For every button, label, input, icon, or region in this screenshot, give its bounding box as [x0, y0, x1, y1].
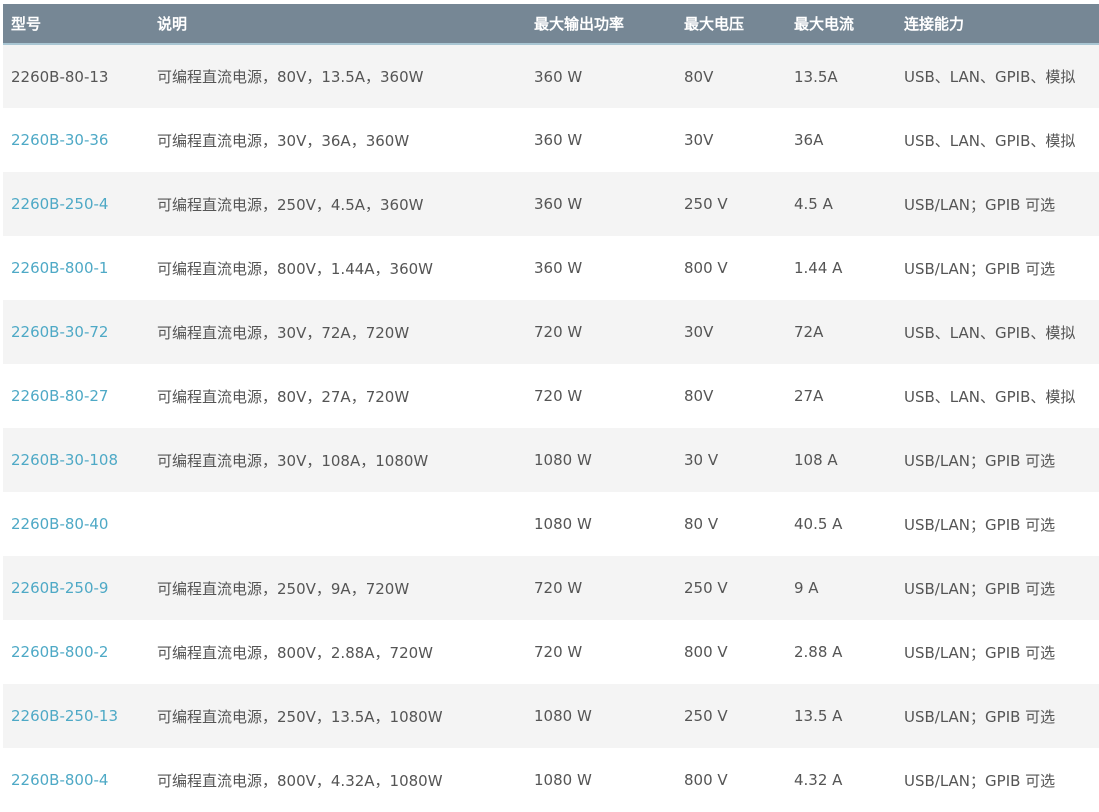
max-current-cell: 108 A [794, 451, 838, 469]
max-power-cell: 720 W [534, 643, 583, 661]
header-max-power: 最大输出功率 [534, 15, 625, 33]
header-connectivity: 连接能力 [904, 15, 965, 33]
connectivity-cell: USB/LAN；GPIB 可选 [904, 515, 1056, 534]
connectivity-cell: USB/LAN；GPIB 可选 [904, 579, 1056, 598]
header-row: 型号 说明 最大输出功率 最大电压 最大电流 连接能力 [3, 4, 1099, 44]
max-voltage-cell: 800 V [684, 771, 728, 789]
max-power-cell: 360 W [534, 67, 583, 86]
table-row: 2260B-30-108 可编程直流电源，30V，108A，1080W 1080 W… [3, 428, 1099, 492]
connectivity-cell: USB、LAN、GPIB、模拟 [904, 323, 1076, 342]
max-current-cell: 27A [794, 387, 824, 405]
header-model: 型号 [11, 15, 42, 33]
model-link[interactable]: 2260B-80-27 [3, 364, 149, 428]
table-row: 2260B-80-13 可编程直流电源，80V，13.5A，360W 360 W 80… [3, 44, 1099, 108]
table-body: 2260B-80-13 可编程直流电源，80V，13.5A，360W 360 W 80… [3, 44, 1099, 812]
description-cell: 可编程直流电源，80V，27A，720W [157, 387, 410, 406]
description-cell: 可编程直流电源，800V，2.88A，720W [157, 643, 434, 662]
max-voltage-cell: 30V [684, 323, 714, 341]
description-cell: 可编程直流电源，80V，13.5A，360W [157, 68, 424, 86]
max-voltage-cell: 30V [684, 131, 714, 149]
max-power-cell: 720 W [534, 323, 583, 341]
table-row: 2260B-30-36 可编程直流电源，30V，36A，360W 360 W 30V 3… [3, 108, 1099, 172]
product-table-container: 型号 说明 最大输出功率 最大电压 最大电流 连接能力 2260B-80-13 可… [3, 4, 1099, 812]
description-cell: 可编程直流电源，30V，36A，360W [157, 131, 410, 150]
model-link[interactable]: 2260B-250-4 [3, 172, 149, 236]
max-power-cell: 1080 W [534, 707, 592, 725]
max-voltage-cell: 30 V [684, 451, 719, 469]
max-voltage-cell: 80V [684, 67, 714, 86]
model-link[interactable]: 2260B-30-72 [3, 300, 149, 364]
connectivity-cell: USB/LAN；GPIB 可选 [904, 707, 1056, 726]
connectivity-cell: USB/LAN；GPIB 可选 [904, 259, 1056, 278]
connectivity-cell: USB/LAN；GPIB 可选 [904, 451, 1056, 470]
max-voltage-cell: 80V [684, 387, 714, 405]
max-current-cell: 2.88 A [794, 643, 843, 661]
max-current-cell: 13.5A [794, 67, 838, 86]
max-voltage-cell: 800 V [684, 259, 728, 277]
max-power-cell: 1080 W [534, 771, 592, 789]
header-max-current: 最大电流 [794, 15, 855, 33]
product-table: 型号 说明 最大输出功率 最大电压 最大电流 连接能力 2260B-80-13 可… [3, 4, 1099, 812]
header-max-voltage: 最大电压 [684, 15, 745, 33]
max-current-cell: 72A [794, 323, 824, 341]
max-current-cell: 13.5 A [794, 707, 843, 725]
connectivity-cell: USB/LAN；GPIB 可选 [904, 643, 1056, 662]
connectivity-cell: USB、LAN、GPIB、模拟 [904, 68, 1076, 86]
max-current-cell: 1.44 A [794, 259, 843, 277]
max-current-cell: 9 A [794, 579, 819, 597]
max-voltage-cell: 250 V [684, 195, 728, 213]
table-header: 型号 说明 最大输出功率 最大电压 最大电流 连接能力 [3, 4, 1099, 44]
connectivity-cell: USB、LAN、GPIB、模拟 [904, 387, 1076, 406]
description-cell [149, 492, 526, 556]
max-power-cell: 1080 W [534, 451, 592, 469]
max-power-cell: 720 W [534, 387, 583, 405]
max-power-cell: 360 W [534, 131, 583, 149]
table-row: 2260B-800-1 可编程直流电源，800V，1.44A，360W 360 W 8… [3, 236, 1099, 300]
description-cell: 可编程直流电源，30V，72A，720W [157, 323, 410, 342]
table-row: 2260B-800-4 可编程直流电源，800V，4.32A，1080W 1080 … [3, 748, 1099, 812]
table-row: 2260B-800-2 可编程直流电源，800V，2.88A，720W 720 W 8… [3, 620, 1099, 684]
max-current-cell: 36A [794, 131, 824, 149]
model-link[interactable]: 2260B-800-1 [3, 236, 149, 300]
max-power-cell: 720 W [534, 579, 583, 597]
model-link[interactable]: 2260B-800-4 [3, 748, 149, 812]
description-cell: 可编程直流电源，800V，1.44A，360W [157, 259, 434, 278]
table-row: 2260B-250-4 可编程直流电源，250V，4.5A，360W 360 W 25… [3, 172, 1099, 236]
model-link[interactable]: 2260B-800-2 [3, 620, 149, 684]
max-voltage-cell: 250 V [684, 707, 728, 725]
model-link[interactable]: 2260B-30-108 [3, 428, 149, 492]
table-row: 2260B-80-27 可编程直流电源，80V，27A，720W 720 W 80V 2… [3, 364, 1099, 428]
max-current-cell: 40.5 A [794, 515, 843, 533]
description-cell: 可编程直流电源，250V，4.5A，360W [157, 195, 424, 214]
max-power-cell: 1080 W [534, 515, 592, 533]
connectivity-cell: USB/LAN；GPIB 可选 [904, 195, 1056, 214]
max-current-cell: 4.5 A [794, 195, 833, 213]
table-row: 2260B-250-9 可编程直流电源，250V，9A，720W 720 W 250 … [3, 556, 1099, 620]
max-voltage-cell: 80 V [684, 515, 719, 533]
connectivity-cell: USB、LAN、GPIB、模拟 [904, 131, 1076, 150]
table-row: 2260B-30-72 可编程直流电源，30V，72A，720W 720 W 30V 7… [3, 300, 1099, 364]
max-voltage-cell: 800 V [684, 643, 728, 661]
model-link[interactable]: 2260B-250-9 [3, 556, 149, 620]
header-description: 说明 [157, 15, 188, 33]
max-power-cell: 360 W [534, 259, 583, 277]
connectivity-cell: USB/LAN；GPIB 可选 [904, 771, 1056, 790]
model-link[interactable]: 2260B-30-36 [3, 108, 149, 172]
max-current-cell: 4.32 A [794, 771, 843, 789]
max-power-cell: 360 W [534, 195, 583, 213]
description-cell: 可编程直流电源，250V，9A，720W [157, 579, 410, 598]
table-row: 2260B-80-40 1080 W 80 V 40.5 A USB/LAN；GPIB … [3, 492, 1099, 556]
model-cell: 2260B-80-13 [11, 67, 109, 86]
model-link[interactable]: 2260B-250-13 [3, 684, 149, 748]
max-voltage-cell: 250 V [684, 579, 728, 597]
description-cell: 可编程直流电源，30V，108A，1080W [157, 451, 429, 470]
description-cell: 可编程直流电源，250V，13.5A，1080W [157, 707, 443, 726]
table-row: 2260B-250-13 可编程直流电源，250V，13.5A，1080W 1080… [3, 684, 1099, 748]
model-link[interactable]: 2260B-80-40 [3, 492, 149, 556]
description-cell: 可编程直流电源，800V，4.32A，1080W [157, 771, 443, 790]
